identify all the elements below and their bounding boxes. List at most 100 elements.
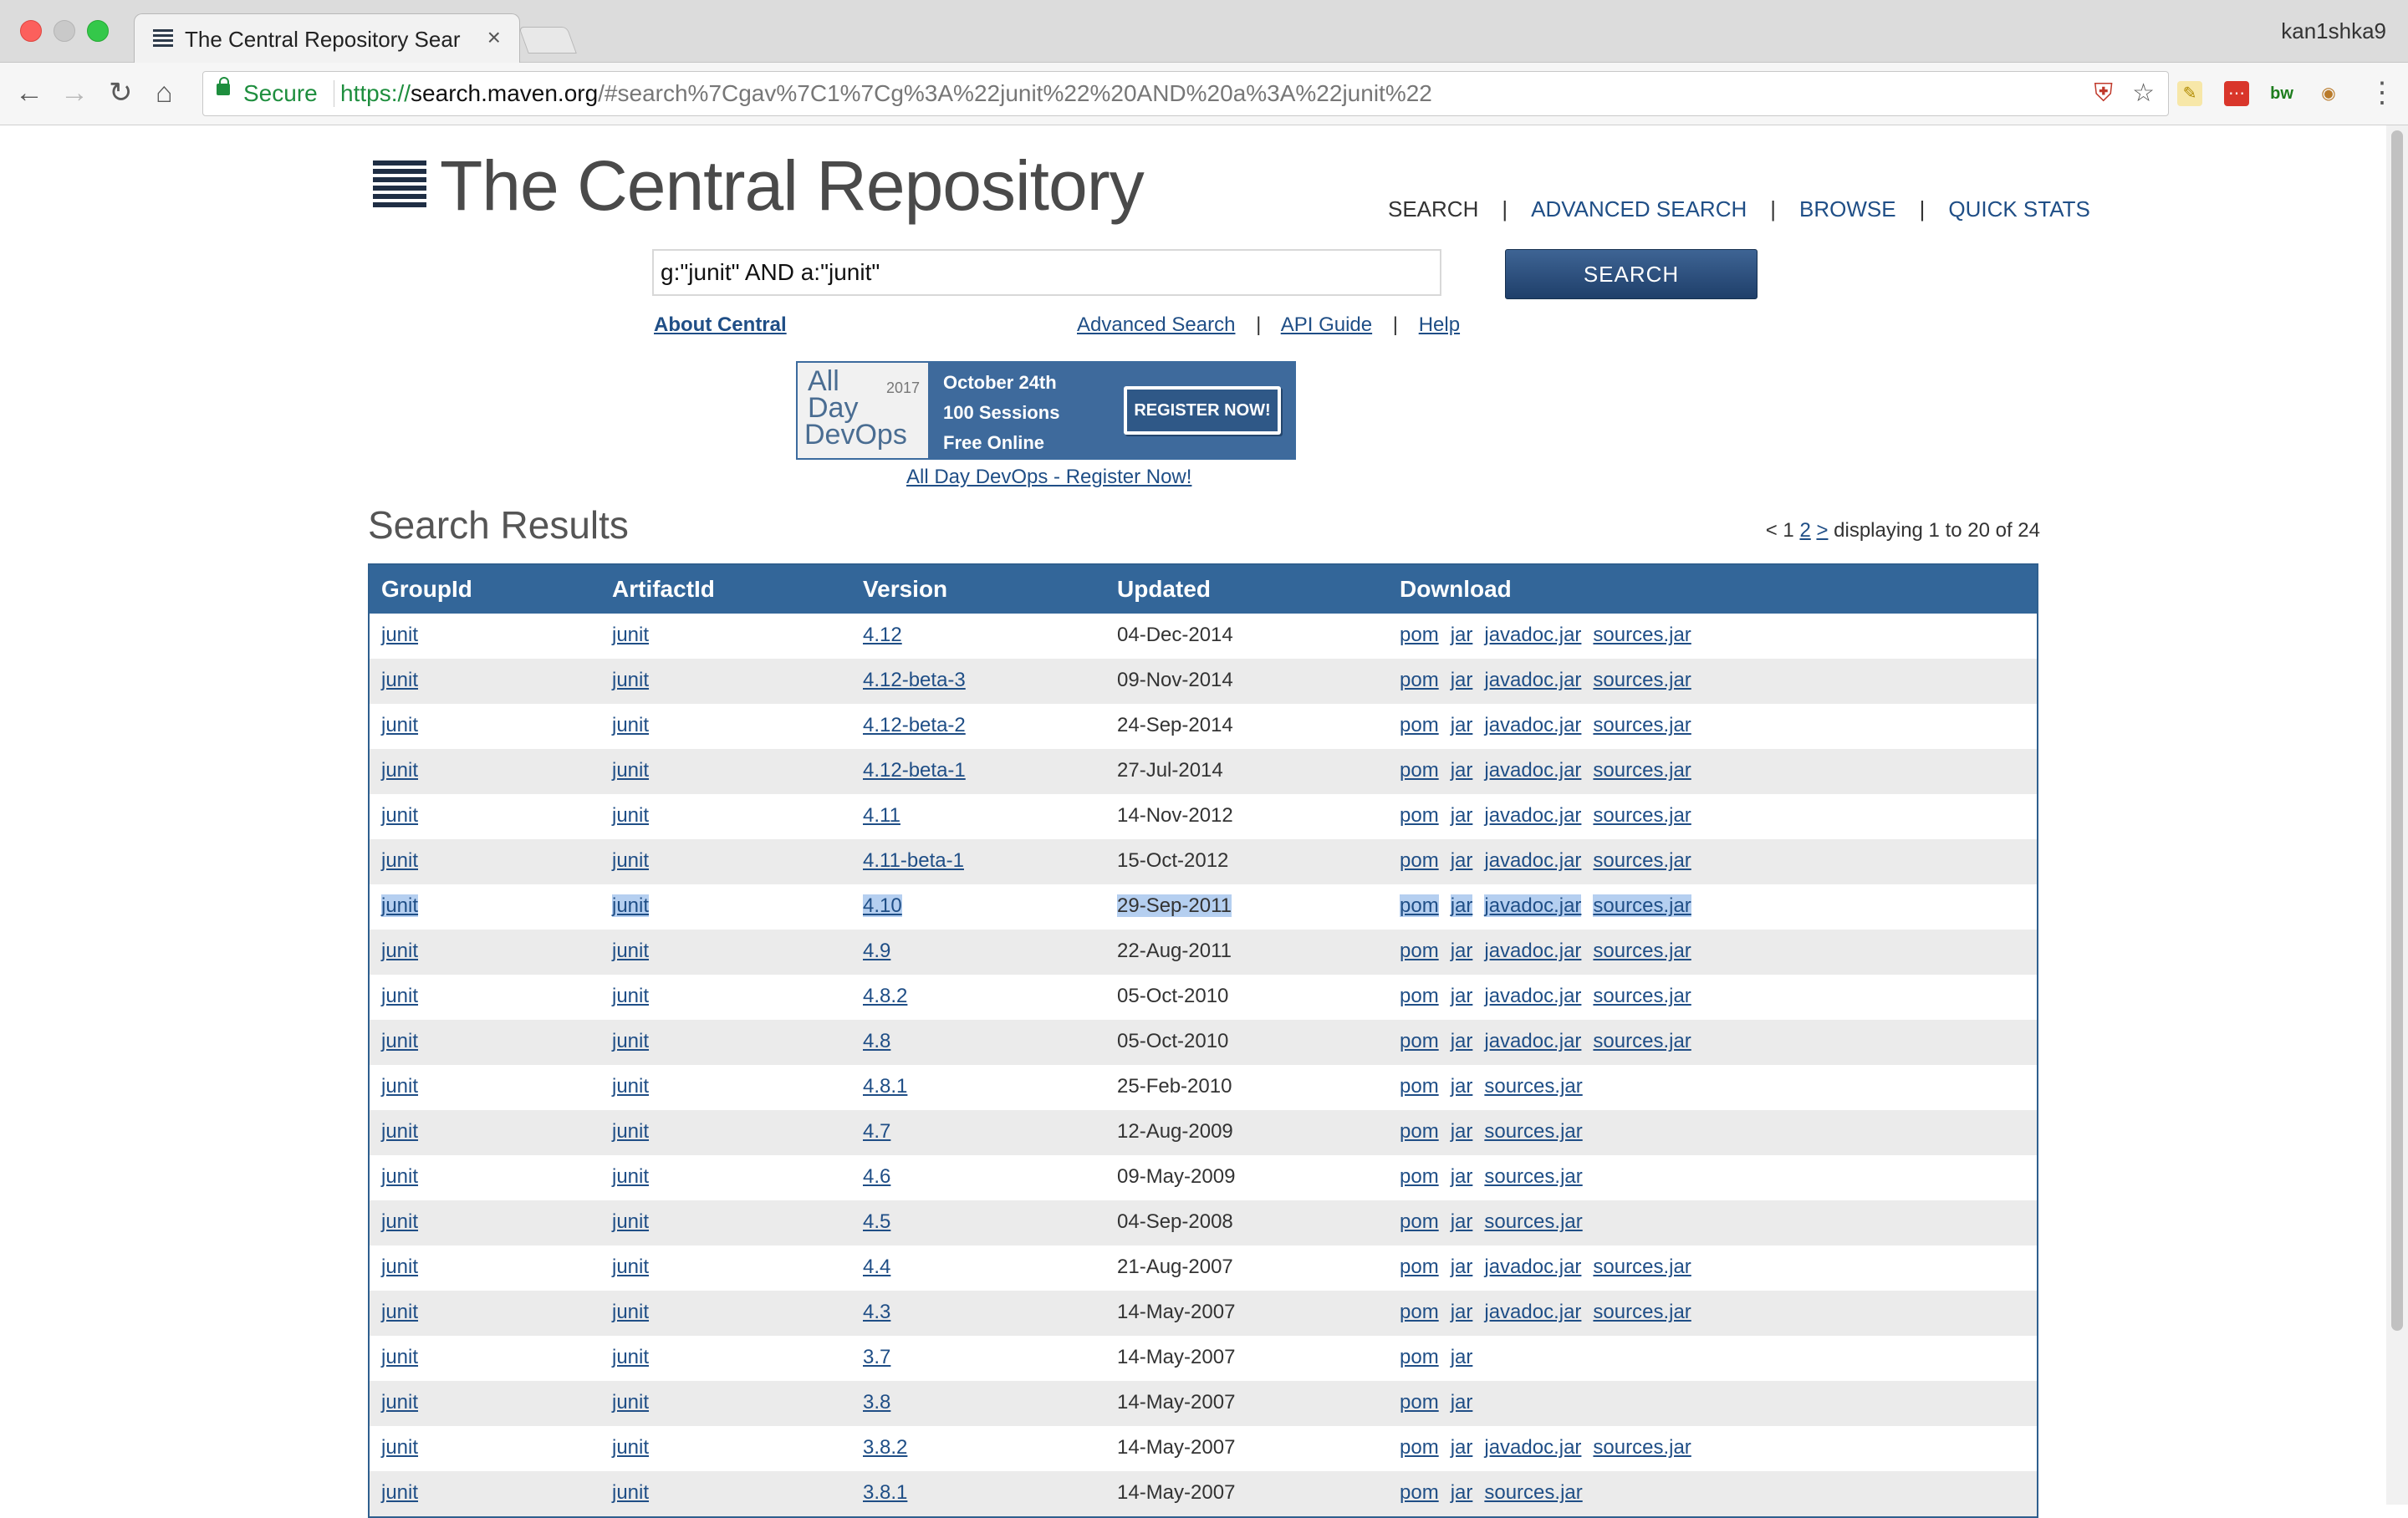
version-link[interactable]: 4.9 <box>863 939 890 964</box>
download-link-jar[interactable]: jar <box>1451 1391 1473 1414</box>
version-link[interactable]: 3.8 <box>863 1390 890 1415</box>
artifactid-link[interactable]: junit <box>612 1119 649 1144</box>
download-link-pom[interactable]: pom <box>1400 1075 1439 1098</box>
download-link-pom[interactable]: pom <box>1400 669 1439 691</box>
artifactid-link[interactable]: junit <box>612 1074 649 1099</box>
artifactid-link[interactable]: junit <box>612 1210 649 1235</box>
download-link-jar[interactable]: jar <box>1451 1165 1473 1188</box>
download-link-jar[interactable]: jar <box>1451 1346 1473 1368</box>
cookie-extension-icon[interactable]: ◉ <box>2316 81 2341 106</box>
download-link-javadoc-jar[interactable]: javadoc.jar <box>1484 1256 1581 1278</box>
banner-register-button[interactable]: REGISTER NOW! <box>1124 386 1281 435</box>
download-link-jar[interactable]: jar <box>1451 940 1473 962</box>
download-link-jar[interactable]: jar <box>1451 1436 1473 1459</box>
close-window-button[interactable] <box>20 20 42 42</box>
download-link-sources-jar[interactable]: sources.jar <box>1593 1256 1691 1278</box>
version-link[interactable]: 4.8 <box>863 1029 890 1054</box>
groupid-link[interactable]: junit <box>381 894 419 919</box>
pager-next[interactable]: > <box>1816 519 1828 542</box>
version-link[interactable]: 3.8.1 <box>863 1480 907 1505</box>
version-link[interactable]: 4.8.1 <box>863 1074 907 1099</box>
nav-quick-stats[interactable]: QUICK STATS <box>1948 196 2090 222</box>
page-scrollbar[interactable] <box>2386 125 2408 1505</box>
download-link-jar[interactable]: jar <box>1451 849 1473 872</box>
scrollbar-thumb[interactable] <box>2391 130 2403 1331</box>
download-link-pom[interactable]: pom <box>1400 1481 1439 1504</box>
download-link-sources-jar[interactable]: sources.jar <box>1484 1165 1582 1188</box>
download-link-sources-jar[interactable]: sources.jar <box>1484 1210 1582 1233</box>
artifactid-link[interactable]: junit <box>612 623 649 648</box>
download-link-sources-jar[interactable]: sources.jar <box>1484 1075 1582 1098</box>
api-guide-link[interactable]: API Guide <box>1281 313 1372 336</box>
download-link-pom[interactable]: pom <box>1400 1391 1439 1414</box>
download-link-pom[interactable]: pom <box>1400 940 1439 962</box>
download-link-jar[interactable]: jar <box>1451 759 1473 782</box>
download-link-jar[interactable]: jar <box>1451 714 1473 736</box>
version-link[interactable]: 3.8.2 <box>863 1435 907 1460</box>
download-link-javadoc-jar[interactable]: javadoc.jar <box>1484 894 1582 917</box>
download-link-sources-jar[interactable]: sources.jar <box>1593 940 1691 962</box>
version-link[interactable]: 4.5 <box>863 1210 890 1235</box>
groupid-link[interactable]: junit <box>381 668 418 693</box>
download-link-pom[interactable]: pom <box>1400 1436 1439 1459</box>
close-tab-icon[interactable]: × <box>487 24 501 51</box>
version-link[interactable]: 4.11-beta-1 <box>863 848 964 874</box>
download-link-pom[interactable]: pom <box>1400 1165 1439 1188</box>
download-link-javadoc-jar[interactable]: javadoc.jar <box>1484 759 1581 782</box>
download-link-jar[interactable]: jar <box>1451 1481 1473 1504</box>
help-link[interactable]: Help <box>1419 313 1460 336</box>
banner-register-link[interactable]: All Day DevOps - Register Now! <box>906 465 1191 490</box>
download-link-jar[interactable]: jar <box>1451 1210 1473 1233</box>
version-link[interactable]: 4.12-beta-3 <box>863 668 966 693</box>
download-link-pom[interactable]: pom <box>1400 1210 1439 1233</box>
download-link-pom[interactable]: pom <box>1400 714 1439 736</box>
groupid-link[interactable]: junit <box>381 939 418 964</box>
version-link[interactable]: 4.10 <box>863 894 902 919</box>
groupid-link[interactable]: junit <box>381 803 418 828</box>
artifactid-link[interactable]: junit <box>612 713 649 738</box>
reload-icon[interactable]: ↻ <box>109 76 133 110</box>
groupid-link[interactable]: junit <box>381 1345 418 1370</box>
artifactid-link[interactable]: junit <box>612 758 649 783</box>
download-link-pom[interactable]: pom <box>1400 985 1439 1007</box>
home-icon[interactable]: ⌂ <box>156 76 173 110</box>
download-link-sources-jar[interactable]: sources.jar <box>1593 894 1691 917</box>
url-text[interactable]: https://search.maven.org/#search%7Cgav%7… <box>340 80 1432 107</box>
download-link-sources-jar[interactable]: sources.jar <box>1593 1301 1691 1323</box>
download-link-javadoc-jar[interactable]: javadoc.jar <box>1484 1436 1581 1459</box>
download-link-javadoc-jar[interactable]: javadoc.jar <box>1484 940 1581 962</box>
groupid-link[interactable]: junit <box>381 1390 418 1415</box>
groupid-link[interactable]: junit <box>381 1210 418 1235</box>
download-link-javadoc-jar[interactable]: javadoc.jar <box>1484 1030 1581 1052</box>
download-link-javadoc-jar[interactable]: javadoc.jar <box>1484 804 1581 827</box>
address-bar[interactable]: Secure https://search.maven.org/#search%… <box>202 71 2169 116</box>
about-central-link[interactable]: About Central <box>654 313 787 336</box>
new-tab-button[interactable] <box>518 27 577 53</box>
version-link[interactable]: 4.8.2 <box>863 984 907 1009</box>
download-link-javadoc-jar[interactable]: javadoc.jar <box>1484 669 1581 691</box>
download-link-jar[interactable]: jar <box>1450 894 1473 917</box>
maximize-window-button[interactable] <box>87 20 109 42</box>
download-link-sources-jar[interactable]: sources.jar <box>1593 714 1691 736</box>
version-link[interactable]: 3.7 <box>863 1345 890 1370</box>
download-link-pom[interactable]: pom <box>1400 894 1439 917</box>
download-link-jar[interactable]: jar <box>1451 1120 1473 1143</box>
download-link-javadoc-jar[interactable]: javadoc.jar <box>1484 714 1581 736</box>
groupid-link[interactable]: junit <box>381 1164 418 1189</box>
pager-page-2[interactable]: 2 <box>1799 519 1810 542</box>
groupid-link[interactable]: junit <box>381 623 418 648</box>
artifactid-link[interactable]: junit <box>612 1435 649 1460</box>
site-logo-text[interactable]: The Central Repository <box>440 144 1145 227</box>
download-link-jar[interactable]: jar <box>1451 1301 1473 1323</box>
download-link-sources-jar[interactable]: sources.jar <box>1593 849 1691 872</box>
version-link[interactable]: 4.12 <box>863 623 902 648</box>
groupid-link[interactable]: junit <box>381 1119 418 1144</box>
artifactid-link[interactable]: junit <box>612 668 649 693</box>
download-link-sources-jar[interactable]: sources.jar <box>1593 759 1691 782</box>
builtwith-extension-icon[interactable]: bw <box>2269 81 2294 106</box>
version-link[interactable]: 4.12-beta-2 <box>863 713 966 738</box>
version-link[interactable]: 4.11 <box>863 803 900 828</box>
shield-blocked-icon[interactable]: ⛨ <box>2094 80 2114 107</box>
download-link-pom[interactable]: pom <box>1400 624 1439 646</box>
download-link-pom[interactable]: pom <box>1400 1120 1439 1143</box>
